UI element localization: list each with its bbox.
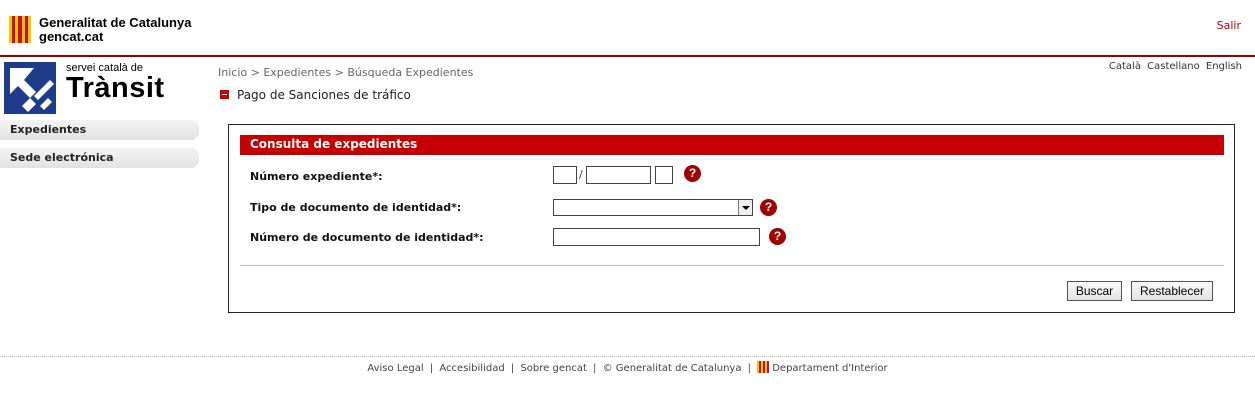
expediente-part2-input[interactable]: [586, 166, 651, 184]
footer: Aviso Legal | Accesibilidad | Sobre genc…: [0, 361, 1255, 374]
logout-link[interactable]: Salir: [1217, 19, 1241, 32]
search-form-panel: Consulta de expedientes Número expedient…: [228, 124, 1235, 313]
language-selector: Català Castellano English: [1106, 61, 1242, 72]
lang-castellano[interactable]: Castellano: [1147, 61, 1200, 72]
footer-separator: |: [429, 363, 434, 374]
transit-logo[interactable]: servei català de Trànsit: [4, 62, 194, 114]
footer-link-sobre-gencat[interactable]: Sobre gencat: [520, 363, 586, 374]
gencat-brand[interactable]: Generalitat de Catalunya gencat.cat: [39, 16, 191, 44]
search-button[interactable]: Buscar: [1067, 281, 1122, 301]
doc-type-select[interactable]: [553, 199, 753, 216]
expediente-label: Número expediente*:: [250, 170, 383, 183]
breadcrumb: Inicio > Expedientes > Búsqueda Expedien…: [218, 66, 473, 79]
transit-title: Trànsit: [66, 72, 165, 104]
chevron-down-icon[interactable]: [738, 200, 752, 215]
breadcrumb-separator: >: [250, 66, 260, 79]
expediente-slash: /: [579, 168, 583, 181]
lang-english[interactable]: English: [1206, 61, 1242, 72]
brand-line2: gencat.cat: [39, 29, 104, 44]
page-title-text: Pago de Sanciones de tráfico: [237, 88, 411, 102]
doc-number-label: Número de documento de identidad*:: [250, 231, 484, 244]
sidebar-item-expedientes[interactable]: Expedientes: [0, 120, 199, 140]
lang-catala[interactable]: Català: [1109, 61, 1141, 72]
expediente-part1-input[interactable]: [553, 166, 577, 184]
footer-link-accesibilidad[interactable]: Accesibilidad: [439, 363, 504, 374]
gencat-mini-logo-icon: [757, 361, 770, 373]
footer-separator: |: [510, 363, 515, 374]
doc-type-label: Tipo de documento de identidad*:: [250, 201, 462, 214]
help-icon[interactable]: ?: [769, 228, 786, 245]
transit-emblem-icon: [4, 62, 56, 114]
footer-link-aviso-legal[interactable]: Aviso Legal: [367, 363, 423, 374]
expediente-part3-input[interactable]: [655, 166, 673, 184]
collapse-icon[interactable]: [220, 90, 229, 99]
footer-copyright: © Generalitat de Catalunya: [602, 363, 742, 374]
breadcrumb-separator: >: [334, 66, 344, 79]
footer-separator: |: [747, 363, 752, 374]
gencat-logo-icon[interactable]: [9, 16, 31, 43]
breadcrumb-inicio[interactable]: Inicio: [218, 66, 247, 79]
form-title: Consulta de expedientes: [240, 135, 1224, 155]
help-icon[interactable]: ?: [760, 199, 777, 216]
breadcrumb-expedientes[interactable]: Expedientes: [263, 66, 331, 79]
help-icon[interactable]: ?: [684, 165, 701, 182]
reset-button[interactable]: Restablecer: [1131, 281, 1213, 301]
footer-separator: |: [593, 363, 597, 374]
top-header: Generalitat de Catalunya gencat.cat Sali…: [0, 0, 1255, 57]
breadcrumb-current: Búsqueda Expedientes: [347, 66, 474, 79]
footer-link-departament[interactable]: Departament d'Interior: [772, 363, 887, 374]
page-title: Pago de Sanciones de tráfico: [220, 88, 411, 102]
form-divider: [240, 265, 1224, 266]
brand-line1: Generalitat de Catalunya: [39, 15, 192, 30]
footer-divider: [0, 356, 1255, 357]
doc-number-input[interactable]: [553, 228, 760, 246]
sidebar-item-sede-electronica[interactable]: Sede electrónica: [0, 148, 199, 168]
